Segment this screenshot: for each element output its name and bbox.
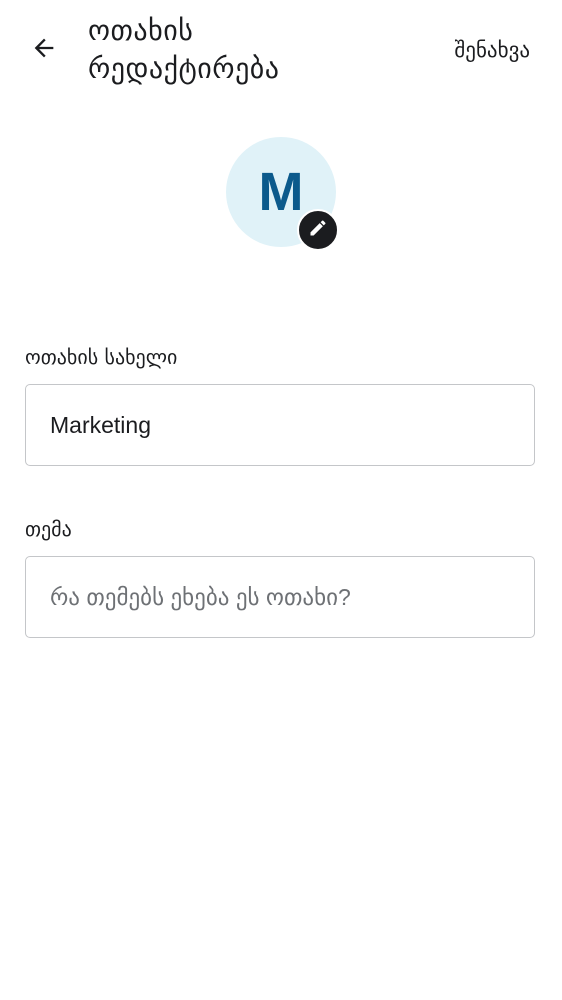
topic-label: თემა (25, 517, 72, 541)
room-name-input[interactable] (50, 411, 510, 439)
save-button[interactable]: შენახვა (454, 32, 530, 68)
pencil-icon (308, 218, 328, 242)
back-button[interactable] (22, 28, 66, 72)
room-name-label: ოთახის სახელი (25, 345, 178, 369)
arrow-left-icon (30, 34, 58, 66)
app-bar: ოთახის რედაქტირება შენახვა (0, 0, 562, 100)
topic-input[interactable] (50, 583, 510, 611)
topic-field[interactable] (25, 556, 535, 638)
page-title: ოთახის რედაქტირება (88, 14, 280, 85)
avatar-initial: M (258, 162, 304, 222)
room-avatar-container: M (226, 137, 339, 251)
edit-avatar-button[interactable] (297, 209, 339, 251)
room-name-field[interactable] (25, 384, 535, 466)
